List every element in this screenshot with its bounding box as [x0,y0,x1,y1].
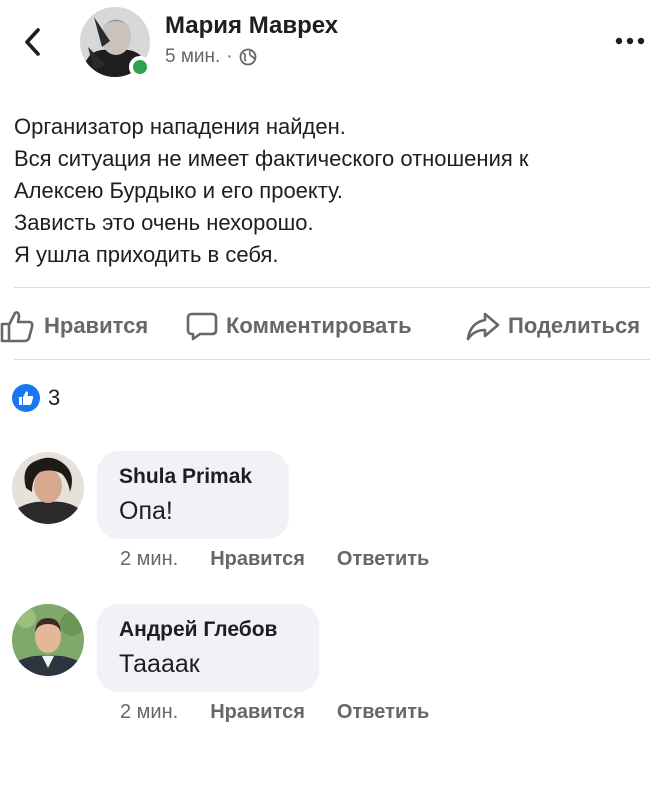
comment-time: 2 мин. [120,701,179,723]
comment-text: Опа! [119,497,173,525]
divider [14,287,650,288]
reactions-summary[interactable]: 3 [12,384,60,412]
post-line: Организатор нападения найден. [14,114,346,139]
share-icon [466,312,500,341]
post-actions-bar: Нравится Комментировать Поделиться [0,306,664,346]
more-options-button[interactable] [610,28,650,54]
like-button[interactable]: Нравится [0,306,148,346]
post-time[interactable]: 5 мин. [165,46,220,68]
more-horizontal-icon [615,37,645,45]
globe-icon [239,48,257,66]
reaction-count: 3 [48,385,61,410]
back-button[interactable] [14,24,50,60]
comment-bubble[interactable]: Shula Primak Опа! [97,451,289,539]
post-text: Организатор нападения найден. Вся ситуац… [14,111,654,271]
post-meta: 5 мин. · [165,46,257,68]
comment-text: Тааaак [119,650,200,678]
comment-author[interactable]: Андрей Глебов [119,618,297,642]
share-label: Поделиться [508,313,641,338]
divider [14,359,650,360]
meta-separator: · [226,46,233,67]
comment-author[interactable]: Shula Primak [119,465,267,489]
comment-button[interactable]: Комментировать [186,306,412,346]
comment-like-button[interactable]: Нравится [210,548,305,571]
chevron-left-icon [25,28,40,56]
online-status-indicator [129,56,151,78]
post-line: Вся ситуация не имеет фактического отнош… [14,146,529,171]
thumbs-up-icon [0,311,34,343]
commenter-avatar[interactable] [12,604,84,676]
comment-icon [186,312,218,341]
comment-bubble[interactable]: Андрей Глебов Тааaак [97,604,319,692]
comment-like-button[interactable]: Нравится [210,701,305,724]
post-line: Я ушла приходить в себя. [14,242,279,267]
like-label: Нравится [44,313,149,338]
post-author-name[interactable]: Мария Маврех [165,12,338,40]
commenter-avatar[interactable] [12,452,84,524]
comment-time: 2 мин. [120,548,179,570]
comment-label: Комментировать [226,313,412,338]
post-line: Алексею Бурдыко и его проекту. [14,178,344,203]
comment-reply-button[interactable]: Ответить [337,548,429,571]
like-reaction-icon [12,384,40,412]
comment-reply-button[interactable]: Ответить [337,701,429,724]
comment-actions: 2 мин. Нравится Ответить [120,548,429,571]
post-line: Зависть это очень нехорошо. [14,210,314,235]
comment-actions: 2 мин. Нравится Ответить [120,701,429,724]
share-button[interactable]: Поделиться [466,306,640,346]
